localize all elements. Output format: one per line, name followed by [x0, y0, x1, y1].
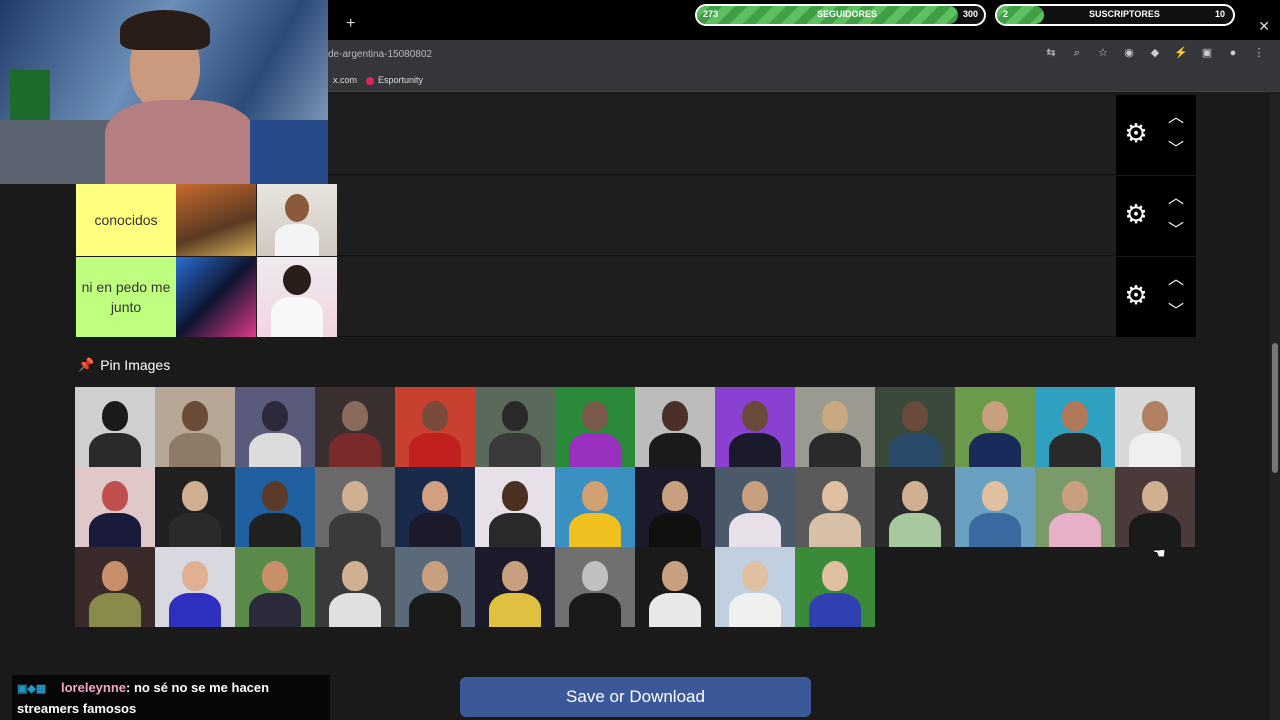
pin-image[interactable] [315, 467, 395, 547]
pin-image[interactable] [555, 467, 635, 547]
pin-image[interactable] [1115, 467, 1195, 547]
esportunity-icon [366, 76, 374, 85]
pin-image[interactable] [875, 387, 955, 467]
tier-image[interactable] [257, 184, 337, 256]
pin-image[interactable] [475, 387, 555, 467]
new-tab-button[interactable]: + [346, 16, 355, 32]
pin-image[interactable] [795, 547, 875, 627]
tier-label[interactable]: conocidos [76, 184, 176, 256]
pin-image[interactable] [555, 387, 635, 467]
subscribers-current: 2 [1003, 9, 1009, 19]
chevron-up-icon[interactable]: ︿ [1164, 190, 1188, 208]
page-scrollbar[interactable] [1270, 93, 1280, 720]
pin-image[interactable] [75, 547, 155, 627]
followers-goal: 300 [962, 9, 978, 19]
settings-icon[interactable]: ⚙ [1122, 281, 1150, 309]
chevron-down-icon[interactable]: ﹀ [1164, 303, 1188, 321]
zoom-icon[interactable]: ⌕ [1070, 46, 1084, 60]
pin-image[interactable] [875, 467, 955, 547]
chevron-up-icon[interactable]: ︿ [1164, 271, 1188, 289]
scroll-thumb[interactable] [1272, 343, 1278, 473]
pin-image[interactable] [235, 547, 315, 627]
settings-icon[interactable]: ⚙ [1122, 119, 1150, 147]
pin-image[interactable] [75, 387, 155, 467]
tier-image[interactable] [176, 184, 256, 256]
followers-label: SEGUIDORES [817, 9, 878, 19]
pin-image[interactable] [1035, 387, 1115, 467]
extension-icon[interactable]: ⚡ [1174, 46, 1188, 60]
chevron-down-icon[interactable]: ﹀ [1164, 222, 1188, 240]
pin-image[interactable] [715, 467, 795, 547]
pin-image[interactable] [315, 547, 395, 627]
pin-image[interactable] [795, 467, 875, 547]
pin-image[interactable] [795, 387, 875, 467]
subscribers-goal: 10 [1214, 9, 1225, 19]
pin-image[interactable] [715, 387, 795, 467]
chevron-down-icon[interactable]: ﹀ [1164, 141, 1188, 159]
save-or-download-button[interactable]: Save or Download [460, 677, 811, 717]
pin-image[interactable] [155, 467, 235, 547]
profile-icon[interactable]: ● [1226, 46, 1240, 60]
tier-row: ni en pedo me junto [75, 257, 1116, 337]
pin-image[interactable] [235, 467, 315, 547]
star-icon[interactable]: ☆ [1096, 46, 1110, 60]
tier-image[interactable] [176, 257, 256, 337]
pin-image[interactable] [315, 387, 395, 467]
url-text[interactable]: de-argentina-15080802 [328, 49, 432, 60]
bookmark-esportunity[interactable]: Esportunity [366, 75, 423, 85]
tier-row: conocidos [75, 176, 1116, 256]
pin-image[interactable] [395, 547, 475, 627]
pin-image[interactable] [475, 547, 555, 627]
translate-icon[interactable]: ⇆ [1044, 46, 1058, 60]
tier-controls: ⚙ ︿ ﹀ [1116, 257, 1196, 337]
webcam-overlay [0, 0, 328, 184]
subscribers-label: SUSCRIPTORES [1089, 9, 1160, 19]
pin-image[interactable] [155, 547, 235, 627]
pin-image[interactable] [1115, 387, 1195, 467]
mouse-cursor-icon: ☚ [1153, 545, 1166, 561]
pin-image[interactable] [555, 547, 635, 627]
tier-image[interactable] [257, 257, 337, 337]
followers-goal-bar: 273 SEGUIDORES 300 [695, 4, 986, 26]
pin-image[interactable] [1035, 467, 1115, 547]
pin-image[interactable] [155, 387, 235, 467]
chat-username: loreleynne [61, 680, 127, 695]
toolbar-icons: ⇆ ⌕ ☆ ◉ ◆ ⚡ ▣ ● ⋮ [1044, 46, 1266, 60]
puzzle-icon[interactable]: ▣ [1200, 46, 1214, 60]
pin-image[interactable] [715, 547, 795, 627]
extension-icon[interactable]: ◆ [1148, 46, 1162, 60]
subscribers-goal-bar: 2 SUSCRIPTORES 10 [995, 4, 1235, 26]
tier-controls: ⚙ ︿ ﹀ [1116, 95, 1196, 175]
pin-image[interactable] [635, 387, 715, 467]
tier-controls: ⚙ ︿ ﹀ [1116, 176, 1196, 256]
bookmark-x[interactable]: x.com [333, 75, 357, 85]
chat-badges-icon: ▣◆▦ [17, 683, 47, 695]
window-close-button[interactable]: ✕ [1258, 18, 1270, 35]
pin-image[interactable] [955, 387, 1035, 467]
extension-icon[interactable]: ◉ [1122, 46, 1136, 60]
settings-icon[interactable]: ⚙ [1122, 200, 1150, 228]
pin-images-title: 📌 Pin Images [78, 357, 170, 373]
pin-image[interactable] [635, 467, 715, 547]
pin-images-label: Pin Images [100, 357, 171, 373]
pin-image[interactable] [395, 387, 475, 467]
pin-image[interactable] [235, 387, 315, 467]
chat-message: ▣◆▦ loreleynne: no sé no se me hacen stre… [12, 675, 330, 720]
chevron-up-icon[interactable]: ︿ [1164, 109, 1188, 127]
pin-image[interactable] [475, 467, 555, 547]
menu-icon[interactable]: ⋮ [1252, 46, 1266, 60]
pin-image[interactable] [635, 547, 715, 627]
pin-image[interactable] [395, 467, 475, 547]
tier-label[interactable]: ni en pedo me junto [76, 257, 176, 337]
followers-current: 273 [703, 9, 719, 19]
pushpin-icon: 📌 [78, 357, 95, 372]
pin-image[interactable] [955, 467, 1035, 547]
pin-image[interactable] [75, 467, 155, 547]
